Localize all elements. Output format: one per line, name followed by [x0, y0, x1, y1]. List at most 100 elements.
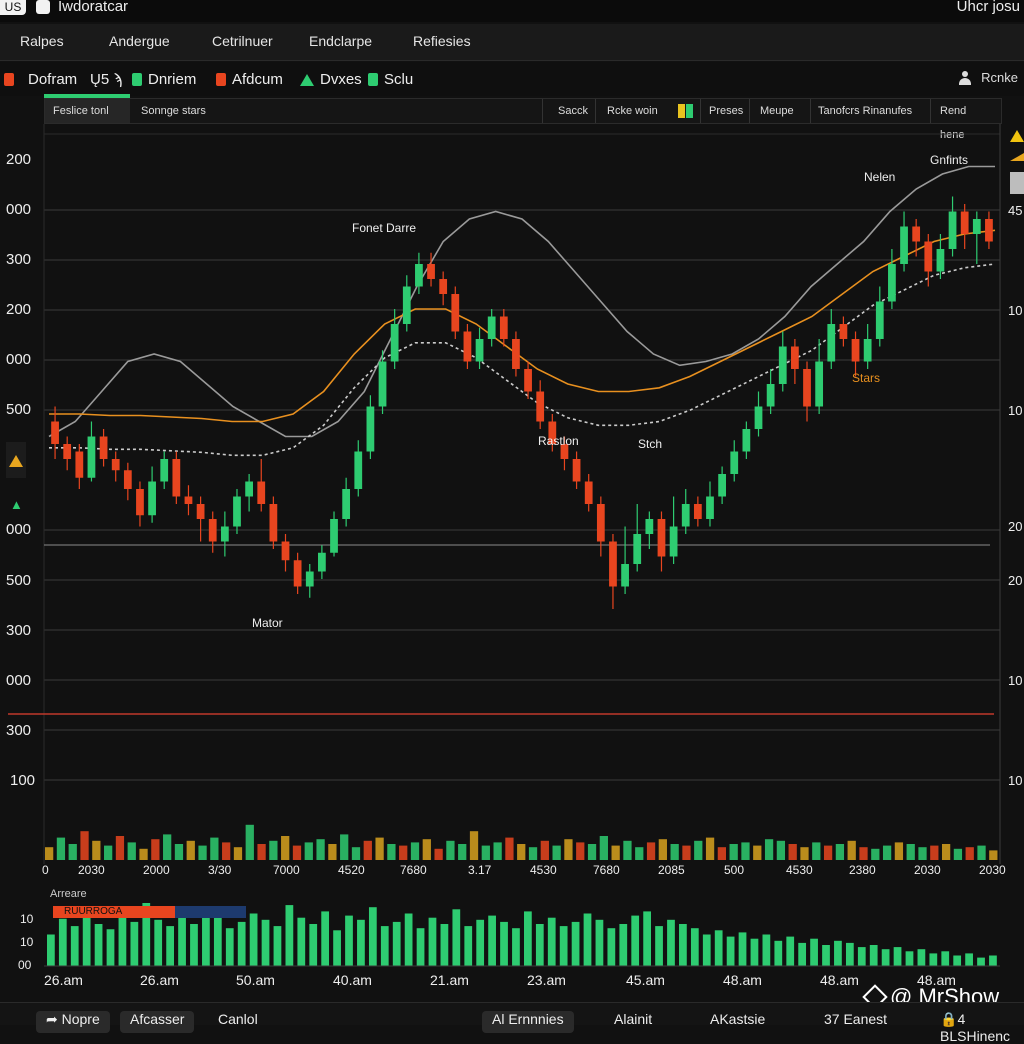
color-swatch-green[interactable] [686, 104, 693, 118]
volume-bar [245, 824, 254, 860]
legend-item-5[interactable]: Dvxes [300, 71, 362, 88]
tab-6[interactable]: Meupe [752, 99, 802, 123]
menu-item-1[interactable]: Ralpes [20, 33, 64, 49]
oscillator-bar [953, 955, 962, 966]
oscillator-bar [929, 953, 938, 966]
y-tick-label: 300 [6, 622, 32, 639]
volume-bar [552, 845, 561, 860]
osc-x-tick-label: 26.am [44, 972, 83, 988]
volume-bar [953, 848, 963, 860]
bottom-button-1[interactable]: ➦ Nopre [36, 1011, 110, 1033]
y-tick-label: 300 [6, 722, 32, 739]
candle-body [948, 211, 957, 249]
volume-bar [304, 842, 313, 860]
volume-bar [139, 848, 148, 860]
bottom-button-4[interactable]: Al Ernnnies [482, 1011, 574, 1033]
candle-body [123, 470, 132, 489]
oscillator-bar [392, 921, 401, 966]
osc-x-tick-label: 23.am [527, 972, 566, 988]
x-tick-label: 4520 [338, 863, 365, 877]
oscillator-bar [380, 926, 389, 966]
menu-item-3[interactable]: Cetrilnuer [212, 33, 273, 49]
oscillator-bar [225, 928, 234, 966]
volume-bar [930, 845, 939, 860]
tab-3[interactable]: Sacck [550, 99, 596, 123]
candle-body [536, 391, 545, 422]
candle-body [63, 444, 72, 459]
candle-body [584, 481, 593, 504]
volume-bar [941, 844, 951, 860]
bottom-button-2[interactable]: Afcasser [120, 1011, 195, 1033]
volume-bar [835, 844, 845, 860]
oscillator-bar [857, 947, 866, 966]
tab-5[interactable]: Preses [701, 99, 751, 123]
oscillator-bar [297, 917, 306, 966]
oscillator-bar [559, 926, 568, 966]
alert-bar-secondary [175, 906, 246, 918]
bottom-button-8[interactable]: 🔒4 BLSHinenc [940, 1011, 1024, 1044]
volume-bar [682, 845, 691, 860]
bottom-button-3[interactable]: Canlol [218, 1011, 258, 1033]
warning-icon[interactable] [1010, 130, 1024, 142]
candles [51, 196, 993, 609]
legend-item-3[interactable]: Dnriem [132, 71, 196, 88]
oscillator-panel[interactable] [0, 880, 1024, 972]
volume-bar [528, 847, 538, 860]
oscillator-bar [798, 942, 807, 966]
oscillator-bar [869, 945, 878, 966]
user-menu[interactable]: Uhcr josu [957, 0, 1020, 15]
oscillator-bar [547, 917, 556, 966]
tab-4[interactable]: Rcke woin [599, 99, 666, 123]
legend-item-4[interactable]: Afdcum [216, 71, 283, 88]
chart-annotation: Gnfints [930, 153, 968, 167]
volume-bar [269, 840, 278, 860]
oscillator-bar [655, 926, 663, 966]
volume-bar [210, 837, 219, 860]
legend-item-2[interactable]: Ų5 ϡ [90, 71, 122, 88]
volume-bar [493, 842, 502, 860]
x-tick-label: 2085 [658, 863, 685, 877]
bottom-button-7[interactable]: 37 Eanest [824, 1011, 887, 1033]
menu-item-5[interactable]: Refiesies [413, 33, 471, 49]
legend-item-1[interactable]: Dofram [4, 71, 77, 88]
candle-body [87, 436, 96, 478]
tab-2[interactable]: Sonnge stars [133, 99, 214, 123]
oscillator-bar [619, 924, 628, 966]
oscillator-bar [631, 915, 640, 966]
tab-1[interactable]: Feslice tonl [45, 99, 130, 123]
tab-7[interactable]: Tanofcrs Rinanufes [810, 99, 920, 123]
profile-button[interactable]: Rcnke [959, 70, 1018, 85]
bottom-button-6[interactable]: AKastsie [710, 1011, 765, 1033]
oscillator-bar [535, 924, 544, 966]
x-tick-label: 2000 [143, 863, 170, 877]
oscillator-bar [464, 926, 473, 966]
oscillator-bar [583, 913, 592, 966]
oscillator-bar [595, 919, 604, 966]
oscillator-bar [500, 921, 508, 966]
oscillator-bar [273, 926, 282, 966]
oscillator-bar [94, 924, 103, 966]
candle-body [75, 451, 84, 478]
chart-annotation: Nelen [864, 170, 895, 184]
oscillator-bar [512, 928, 520, 966]
legend-item-6[interactable]: Sclu [368, 71, 413, 88]
candle-body [766, 384, 775, 407]
oscillator-bar [285, 905, 294, 966]
candle-body [354, 451, 363, 489]
oscillator-bar [679, 924, 687, 966]
volume-bar [458, 844, 467, 860]
legend-label: Sclu [384, 71, 414, 88]
menu-item-4[interactable]: Endclarpe [309, 33, 372, 49]
color-swatch-yellow[interactable] [678, 104, 685, 118]
bottom-button-5[interactable]: Alainit [614, 1011, 652, 1033]
x-tick-label: 7680 [593, 863, 620, 877]
volume-bar [705, 837, 715, 860]
tab-8[interactable]: Rend hene [932, 99, 1001, 141]
oscillator-bar [47, 934, 55, 966]
menu-item-2[interactable]: Andergue [109, 33, 170, 49]
candle-body [985, 219, 993, 242]
candle-body [233, 496, 241, 527]
price-chart[interactable]: Fonet Darre Rastlon Stch Mator Nelen Gnfints S… [0, 124, 1024, 884]
volume-bar [812, 842, 821, 860]
osc-y-tick-label: 10 [20, 935, 34, 949]
